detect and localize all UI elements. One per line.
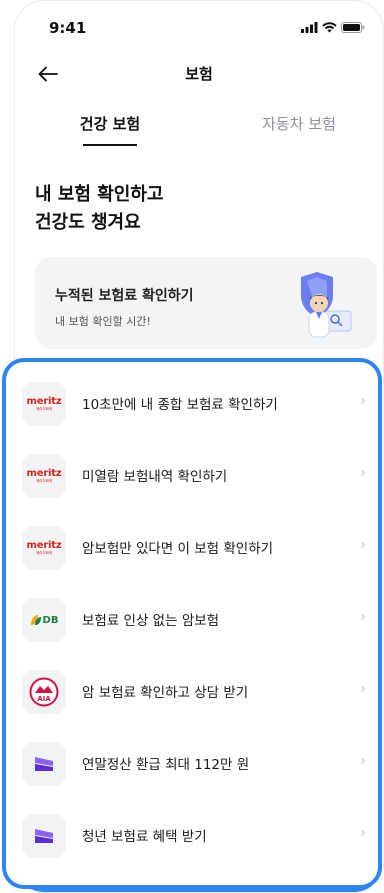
chevron-right-icon: › xyxy=(360,753,366,769)
promo-title: 누적된 보험료 확인하기 xyxy=(55,288,194,304)
list-item-label: 연말정산 환급 최대 112만 원 xyxy=(82,757,250,773)
list-item[interactable]: AIA 암 보험료 확인하고 상담 받기 › xyxy=(22,664,376,732)
top-nav: 보험 xyxy=(15,59,383,91)
list-item-label: 10초만에 내 종합 보험료 확인하기 xyxy=(82,397,278,413)
tab-car-insurance[interactable]: 자동차 보험 xyxy=(251,113,347,134)
list-item-label: 청년 보험료 혜택 받기 xyxy=(82,829,207,845)
list-item-label: 암보험만 있다면 이 보험 확인하기 xyxy=(82,541,274,557)
chevron-right-icon: › xyxy=(360,465,366,481)
chevron-right-icon: › xyxy=(360,537,366,553)
status-time: 9:41 xyxy=(49,19,87,37)
list-item-label: 미열람 보험내역 확인하기 xyxy=(82,469,228,485)
db-logo-text: DB xyxy=(42,614,59,626)
meritz-logo-icon: meritz 메리츠화재 xyxy=(22,454,66,498)
meritz-logo-text: meritz xyxy=(26,395,62,407)
list-item[interactable]: 연말정산 환급 최대 112만 원 › xyxy=(22,736,376,804)
battery-icon xyxy=(341,22,365,33)
chevron-right-icon: › xyxy=(360,825,366,841)
aia-logo-text: AIA xyxy=(37,695,51,703)
tab-bar: 건강 보험 자동차 보험 xyxy=(15,113,383,153)
aia-logo-icon: AIA xyxy=(22,670,66,714)
headline-line-1: 내 보험 확인하고 xyxy=(35,184,164,205)
doctor-shield-icon xyxy=(301,272,352,338)
insurance-list: meritz 메리츠화재 10초만에 내 종합 보험료 확인하기 › merit… xyxy=(2,358,382,889)
active-tab-indicator xyxy=(83,144,137,146)
meritz-logo-text: meritz xyxy=(26,467,62,479)
headline-line-2: 건강도 챙겨요 xyxy=(35,212,141,233)
meritz-logo-icon: meritz 메리츠화재 xyxy=(22,382,66,426)
headline: 내 보험 확인하고 건강도 챙겨요 xyxy=(35,181,163,237)
promo-card[interactable]: 누적된 보험료 확인하기 내 보험 확인할 시간! xyxy=(35,257,377,349)
meritz-logo-subtext: 메리츠화재 xyxy=(35,478,53,483)
purple-arrow-logo-icon xyxy=(22,814,66,858)
list-item[interactable]: 청년 보험료 혜택 받기 › xyxy=(22,808,376,876)
list-item[interactable]: meritz 메리츠화재 암보험만 있다면 이 보험 확인하기 › xyxy=(22,520,376,588)
db-logo-icon: DB xyxy=(22,598,66,642)
purple-arrow-logo xyxy=(35,757,53,771)
list-item[interactable]: DB 보험료 인상 없는 암보험 › xyxy=(22,592,376,660)
aia-logo: AIA xyxy=(29,677,59,707)
meritz-logo-subtext: 메리츠화재 xyxy=(35,406,53,411)
chevron-right-icon: › xyxy=(360,393,366,409)
status-icons xyxy=(301,22,365,33)
meritz-logo-icon: meritz 메리츠화재 xyxy=(22,526,66,570)
list-item-label: 보험료 인상 없는 암보험 xyxy=(82,613,220,629)
chevron-right-icon: › xyxy=(360,609,366,625)
wifi-icon xyxy=(322,22,337,33)
db-leaf-icon xyxy=(30,615,41,625)
list-item[interactable]: meritz 메리츠화재 미열람 보험내역 확인하기 › xyxy=(22,448,376,516)
chevron-right-icon: › xyxy=(360,681,366,697)
page-title: 보험 xyxy=(185,65,213,83)
purple-arrow-logo xyxy=(35,829,53,843)
cellular-signal-icon xyxy=(301,22,318,33)
promo-subtitle: 내 보험 확인할 시간! xyxy=(55,315,151,328)
list-item[interactable]: meritz 메리츠화재 10초만에 내 종합 보험료 확인하기 › xyxy=(22,376,376,444)
meritz-logo-subtext: 메리츠화재 xyxy=(35,550,53,555)
list-item-label: 암 보험료 확인하고 상담 받기 xyxy=(82,685,249,701)
purple-arrow-logo-icon xyxy=(22,742,66,786)
status-bar: 9:41 xyxy=(15,19,383,39)
tab-health-insurance[interactable]: 건강 보험 xyxy=(67,113,153,134)
meritz-logo-text: meritz xyxy=(26,539,62,551)
